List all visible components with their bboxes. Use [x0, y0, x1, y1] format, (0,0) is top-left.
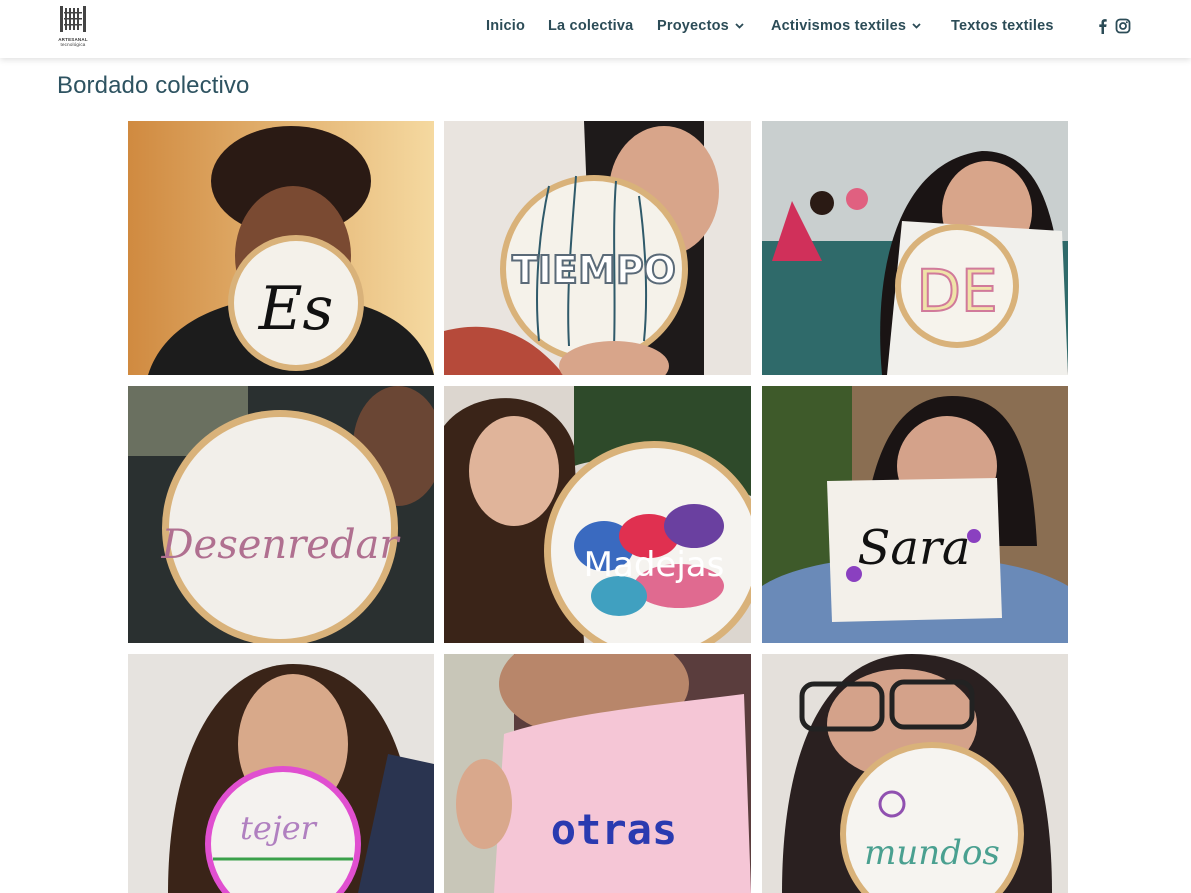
- site-header: ARTESANAL tecnológica Inicio La colectiv…: [0, 0, 1191, 58]
- embroidered-word: DE: [916, 257, 997, 325]
- chevron-down-icon: [735, 23, 744, 29]
- gallery-item-de[interactable]: DE: [762, 121, 1068, 375]
- embroidered-word: Es: [258, 274, 334, 344]
- gallery-item-es[interactable]: Es: [128, 121, 434, 375]
- nav-item-textos-textiles[interactable]: Textos textiles: [951, 18, 1054, 34]
- embroidered-word: Desenredar: [160, 522, 401, 568]
- embroidery-photo: tejer: [128, 654, 434, 893]
- embroidery-photo: Es: [128, 121, 434, 375]
- gallery-item-tejer[interactable]: tejer: [128, 654, 434, 893]
- chevron-down-icon: [912, 23, 921, 29]
- embroidery-photo: mundos: [762, 654, 1068, 893]
- site-logo[interactable]: ARTESANAL tecnológica: [57, 5, 89, 49]
- gallery-item-mundos[interactable]: mundos: [762, 654, 1068, 893]
- embroidered-word: Madejas: [584, 545, 725, 585]
- gallery-item-madejas[interactable]: Madejas: [444, 386, 751, 643]
- gallery-item-tiempo[interactable]: TIEMPO: [444, 121, 751, 375]
- embroidery-photo: TIEMPO: [444, 121, 751, 375]
- nav-item-proyectos[interactable]: Proyectos: [657, 18, 744, 34]
- embroidered-word: otras: [551, 805, 677, 854]
- embroidered-word: Sara: [857, 520, 970, 576]
- gallery-item-otras[interactable]: otras: [444, 654, 751, 893]
- embroidery-photo: Madejas: [444, 386, 751, 643]
- embroidery-photo: Desenredar: [128, 386, 434, 643]
- gallery-item-sara[interactable]: Sara: [762, 386, 1068, 643]
- nav-item-activismos-textiles[interactable]: Activismos textiles: [771, 18, 921, 34]
- embroidery-photo: Sara: [762, 386, 1068, 643]
- embroidery-photo: DE: [762, 121, 1068, 375]
- embroidery-gallery: Es TIEMPO DE Desenredar Madejas Sara tej…: [0, 0, 1191, 893]
- logo-text-secondary: tecnológica: [60, 42, 86, 47]
- gallery-item-desenredar[interactable]: Desenredar: [128, 386, 434, 643]
- embroidered-word: tejer: [240, 809, 318, 847]
- nav-item-la-colectiva[interactable]: La colectiva: [548, 18, 633, 34]
- nav-item-inicio[interactable]: Inicio: [486, 18, 525, 34]
- facebook-icon[interactable]: [1095, 18, 1111, 34]
- embroidery-photo: otras: [444, 654, 751, 893]
- embroidered-word: mundos: [864, 833, 1000, 873]
- embroidered-word: TIEMPO: [512, 248, 676, 292]
- instagram-icon[interactable]: [1115, 18, 1131, 34]
- loom-logo-icon: [60, 6, 86, 32]
